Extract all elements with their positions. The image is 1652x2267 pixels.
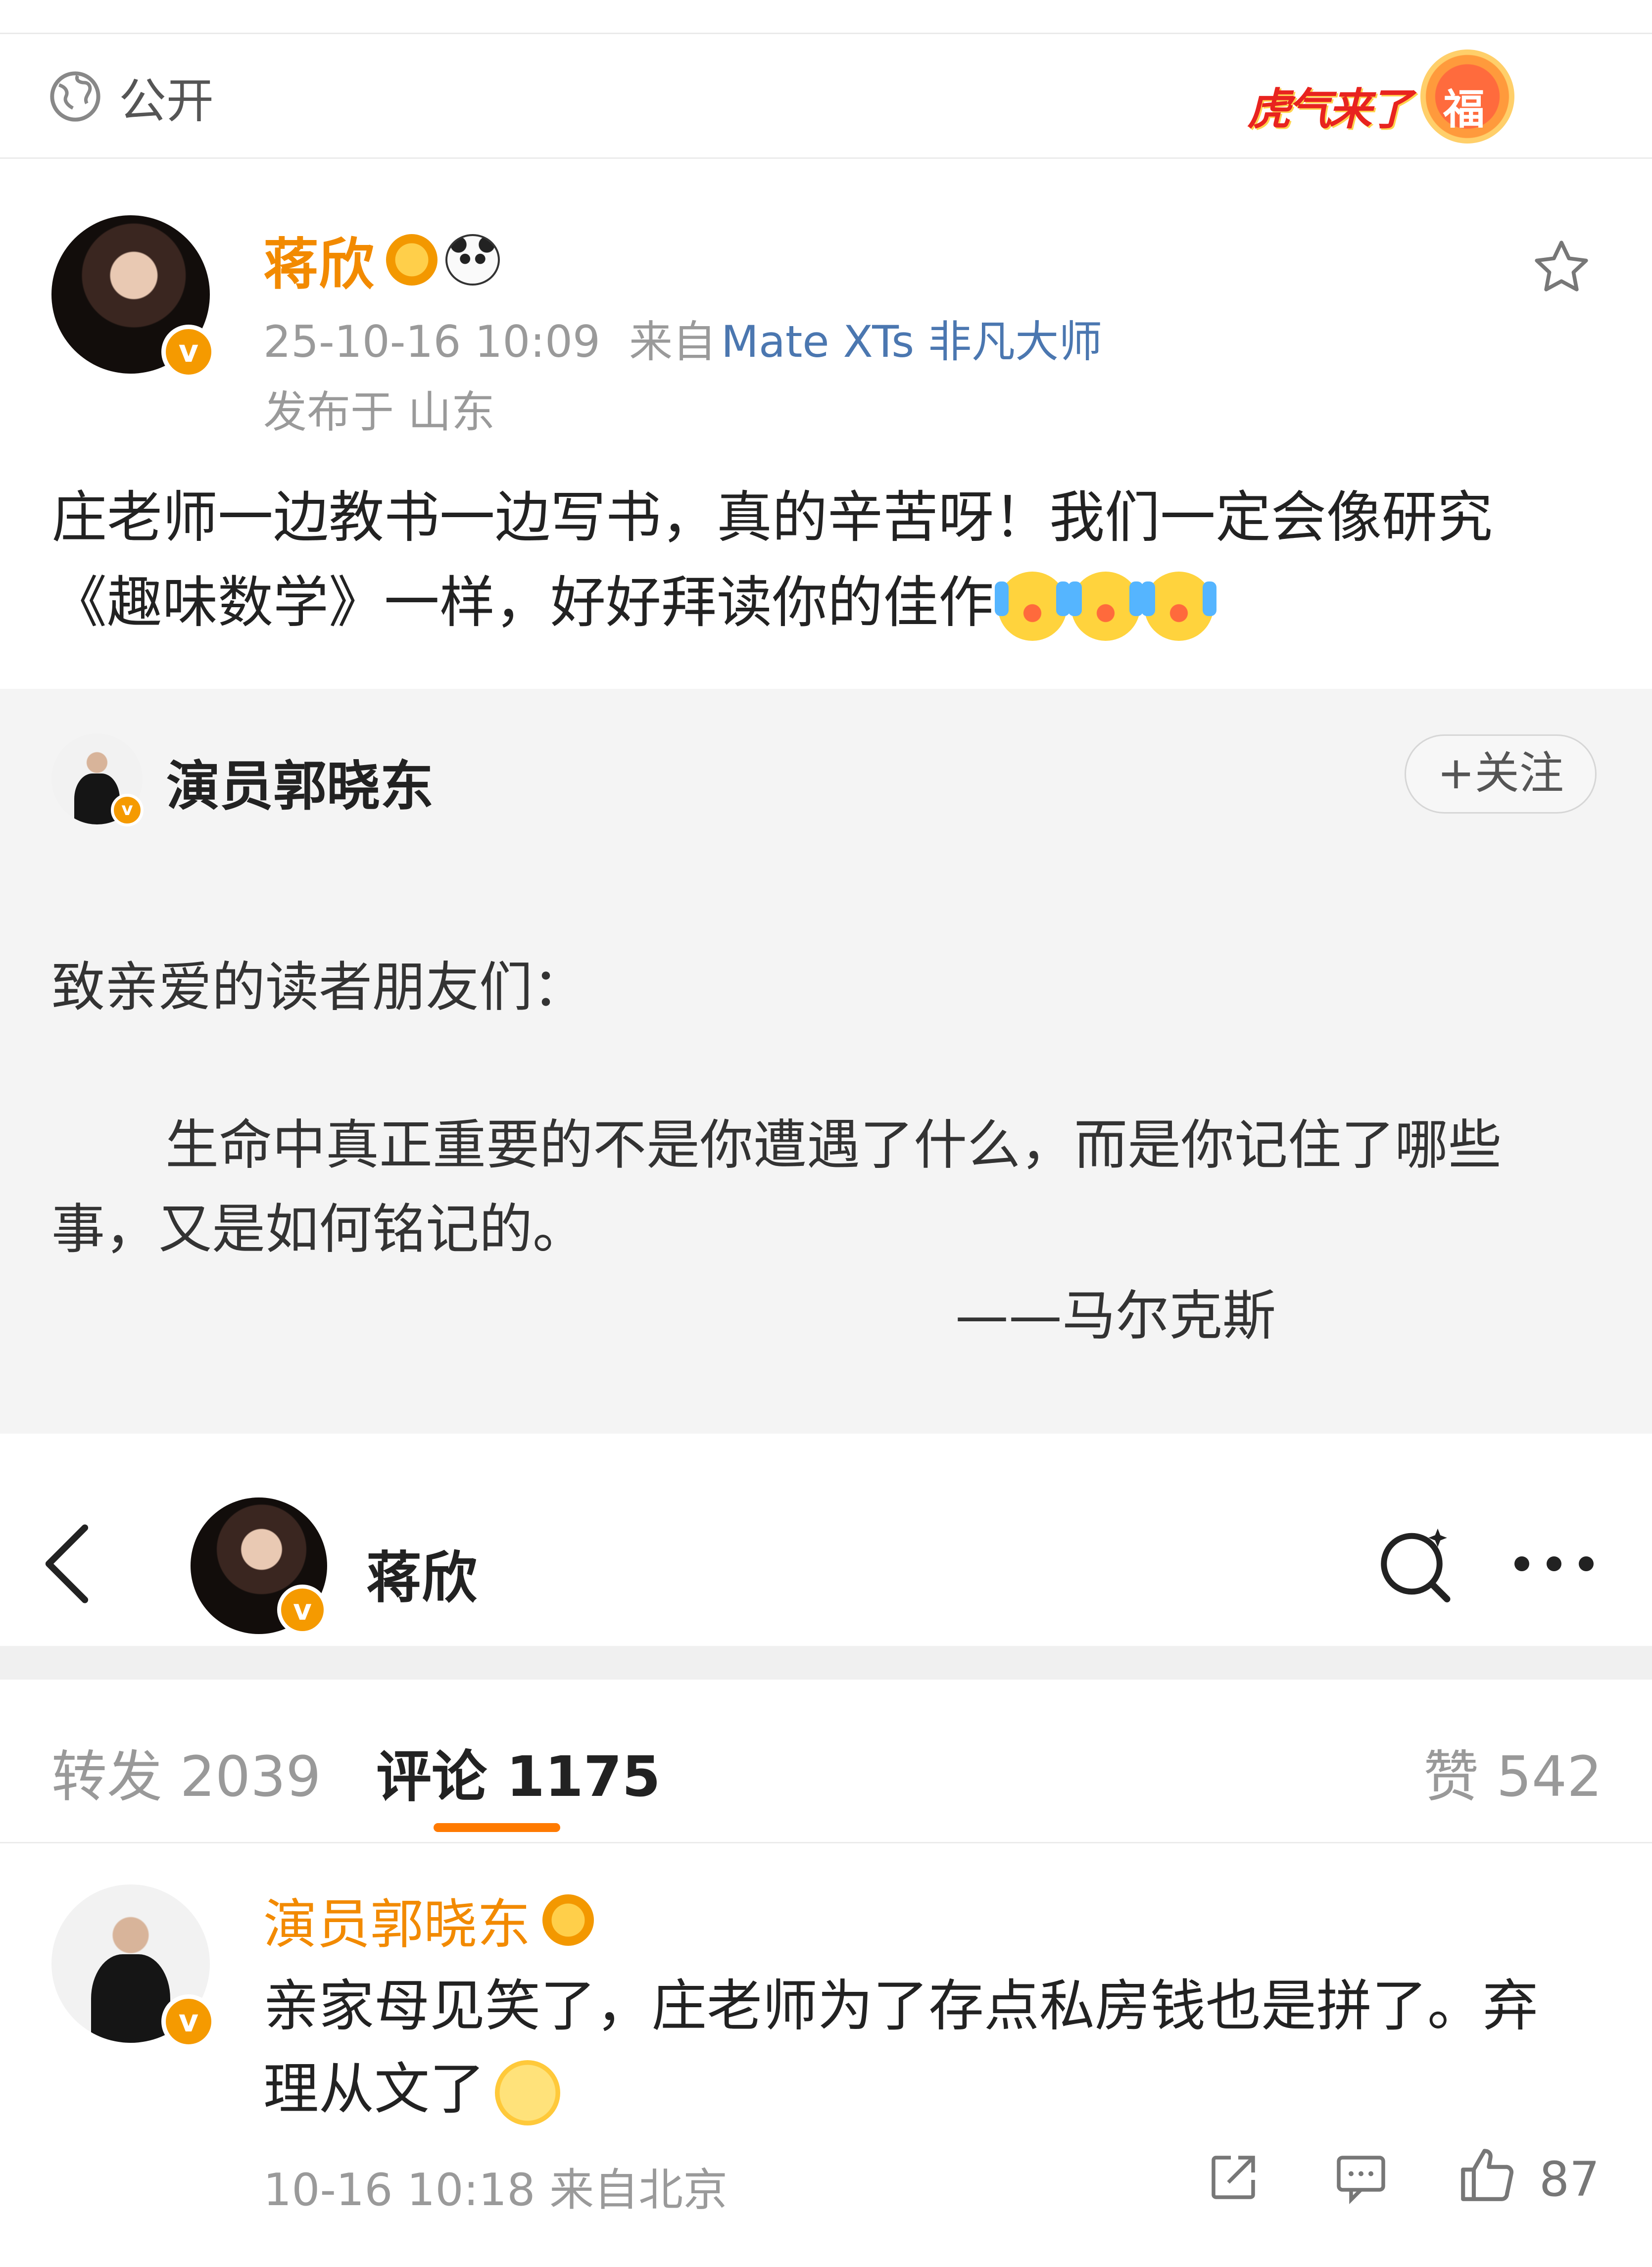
search-icon[interactable] (1371, 1519, 1460, 1608)
post-location: 发布于 山东 (263, 386, 495, 437)
repost-quote: 生命中真正重要的不是你遭遇了什么，而是你记住了哪些事，又是如何铭记的。 (51, 1114, 1502, 1260)
visibility-label: 公开 (119, 73, 214, 129)
festive-banner[interactable]: 虎气来了 福 (1247, 35, 1529, 148)
verified-badge-icon: v (161, 1994, 216, 2049)
verified-badge-icon: v (111, 794, 144, 826)
verified-badge-icon: v (161, 325, 216, 379)
panda-badge-icon (445, 234, 500, 286)
visibility-row[interactable]: 公开 (48, 59, 214, 134)
banner-seal-text: 福 (1443, 85, 1485, 134)
chevron-left-icon[interactable] (35, 1522, 99, 1606)
tabs-divider (0, 1842, 1652, 1843)
crying-laughing-emoji-icon (995, 572, 1070, 641)
tab-comments[interactable]: 评论 1175 (376, 1732, 661, 1812)
crown-badge-icon (386, 234, 437, 286)
repost-greeting: 致亲爱的读者朋友们： (51, 957, 586, 1018)
follow-button[interactable]: +关注 (1405, 734, 1597, 814)
crying-laughing-emoji-icon (1141, 572, 1216, 641)
paw-seal-icon: 福 (1420, 49, 1514, 144)
repost-card[interactable]: v 演员郭晓东 +关注 致亲爱的读者朋友们： 生命中真正重要的不是你遭遇了什么，… (0, 689, 1652, 1434)
author-name[interactable]: 蒋欣 (263, 220, 374, 300)
comment-author-row: 演员郭晓东 (263, 1885, 594, 1956)
section-divider (0, 157, 1652, 159)
tab-likes[interactable]: 赞 542 (1423, 1732, 1602, 1812)
comment-meta: 10-16 10:18 来自北京 (263, 2164, 728, 2216)
post-body: 庄老师一边教书一边写书，真的辛苦呀！我们一定会像研究《趣味数学》一样，好好拜读你… (51, 475, 1566, 645)
repost-author-name[interactable]: 演员郭晓东 (166, 743, 434, 820)
crying-laughing-emoji-icon (1068, 572, 1143, 641)
tab-active-indicator (434, 1823, 560, 1832)
post-timestamp: 25-10-16 10:09 (263, 316, 601, 367)
top-divider (0, 33, 1652, 34)
comment-icon[interactable] (1331, 2148, 1391, 2207)
more-icon[interactable] (1509, 1544, 1599, 1584)
post-meta: 25-10-16 10:09 来自 Mate XTs 非凡大师 (263, 307, 1102, 370)
header-title: 蒋欣 (366, 1546, 477, 1610)
post-source-prefix: 来自 (629, 316, 717, 367)
crown-badge-icon (542, 1894, 594, 1946)
author-name-row: 蒋欣 (263, 225, 500, 297)
tab-repost[interactable]: 转发 2039 (51, 1732, 321, 1812)
post-body-text: 庄老师一边教书一边写书，真的辛苦呀！我们一定会像研究《趣味数学》一样，好好拜读你… (51, 485, 1493, 635)
like-count: 87 (1539, 2152, 1600, 2207)
globe-icon (50, 71, 100, 122)
thumbs-up-icon[interactable] (1455, 2143, 1519, 2207)
banner-text: 虎气来了 (1247, 84, 1412, 135)
share-icon[interactable] (1204, 2148, 1263, 2207)
star-icon[interactable] (1529, 235, 1594, 299)
header-separator (0, 1646, 1652, 1680)
comment-author-name[interactable]: 演员郭晓东 (263, 1881, 531, 1959)
comment-text: 亲家母见笑了，庄老师为了存点私房钱也是拼了。弃理从文了 (263, 1965, 1590, 2131)
repost-signature: ——马尔克斯 (955, 1285, 1276, 1347)
verified-badge-icon: v (277, 1585, 328, 1635)
smile-emoji-icon (495, 2060, 560, 2126)
comment-text-body: 亲家母见笑了，庄老师为了存点私房钱也是拼了。弃理从文了 (263, 1974, 1538, 2122)
post-source-device[interactable]: Mate XTs 非凡大师 (721, 316, 1102, 367)
